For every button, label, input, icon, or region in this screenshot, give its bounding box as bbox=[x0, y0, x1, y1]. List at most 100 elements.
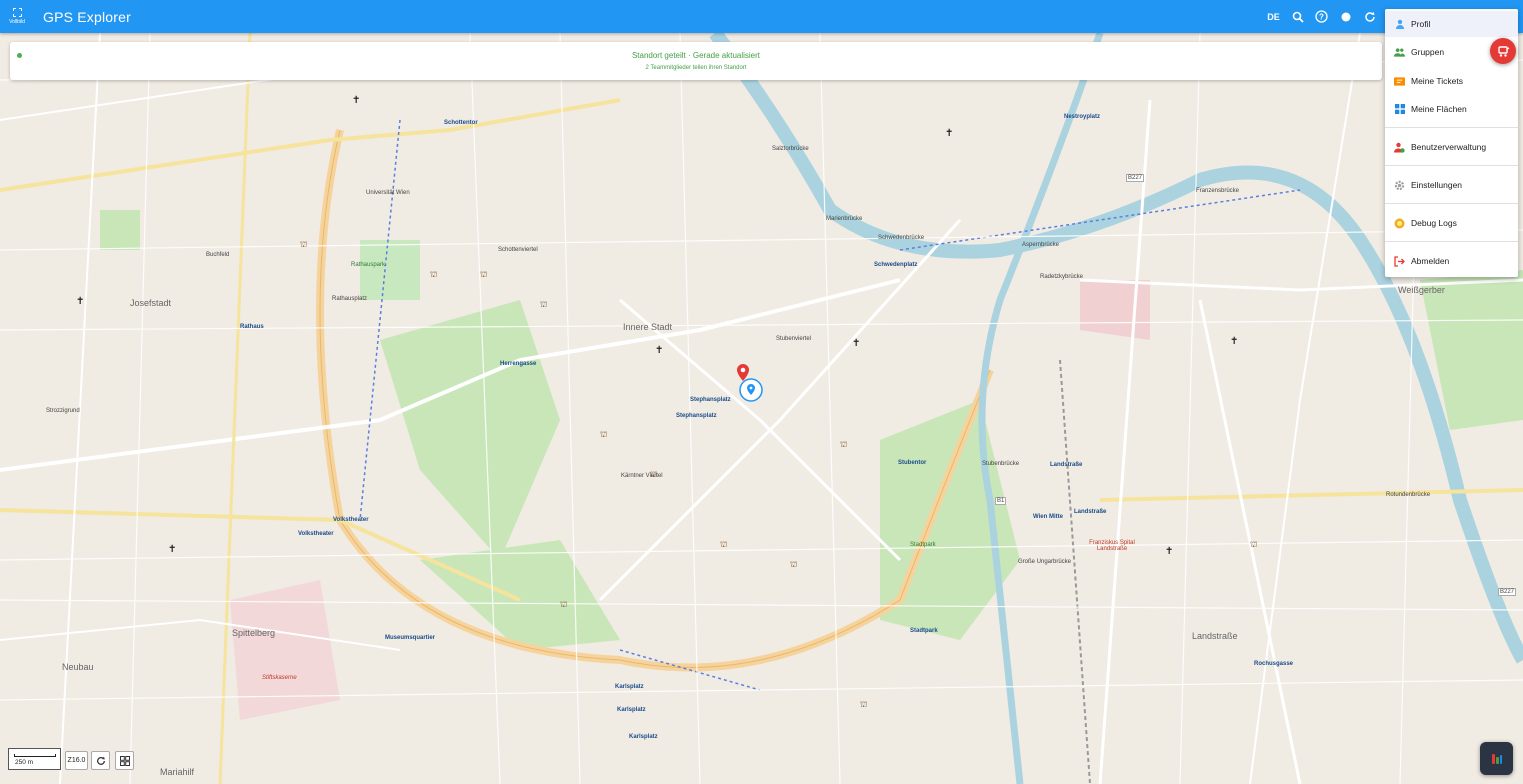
layers-button[interactable] bbox=[115, 751, 134, 770]
map-label-rathauspark: Rathauspark bbox=[351, 262, 386, 268]
search-button[interactable] bbox=[1290, 9, 1305, 24]
zoom-level-display: Z16.0 bbox=[65, 751, 88, 770]
menu-divider bbox=[1385, 127, 1518, 128]
map-label-marienbruecke: Marienbrücke bbox=[826, 216, 863, 222]
circle-icon bbox=[1341, 12, 1350, 21]
railway bbox=[1059, 359, 1091, 784]
map-label-schwedenbruecke: Schwedenbrücke bbox=[878, 235, 925, 241]
menu-item-debug-logs[interactable]: Debug Logs bbox=[1385, 210, 1518, 236]
poi-icon[interactable]: ⛫ bbox=[300, 240, 307, 250]
menu-item-abmelden[interactable]: Abmelden bbox=[1385, 248, 1518, 274]
map-label-karlsplatz-3: Karlsplatz bbox=[629, 734, 658, 740]
language-button[interactable]: DE bbox=[1266, 9, 1281, 24]
menu-item-einstellungen[interactable]: Einstellungen bbox=[1385, 172, 1518, 198]
church-icon[interactable]: ✝ bbox=[655, 345, 663, 356]
map-label-schottenviertel: Schottenviertel bbox=[498, 247, 538, 253]
wien-river bbox=[978, 31, 1104, 784]
poi-icon[interactable]: ⛫ bbox=[560, 600, 567, 610]
reset-view-button[interactable] bbox=[91, 751, 110, 770]
map-label-schwedenplatz: Schwedenplatz bbox=[874, 262, 918, 268]
street-grid bbox=[0, 32, 1523, 784]
menu-item-label: Meine Flächen bbox=[1411, 104, 1467, 114]
cart-icon bbox=[1497, 45, 1509, 57]
map-label-b1: B1 bbox=[995, 497, 1007, 505]
church-icon[interactable]: ✝ bbox=[352, 95, 360, 106]
poi-icon[interactable]: ⛫ bbox=[540, 300, 547, 310]
toolbar-actions: DE ? bbox=[1266, 0, 1377, 33]
church-icon[interactable]: ✝ bbox=[168, 544, 176, 555]
logout-icon bbox=[1394, 255, 1405, 267]
road bbox=[1249, 32, 1361, 784]
map-label-universitaet: Universität Wien bbox=[366, 190, 410, 196]
map-label-karlsplatz-2: Karlsplatz bbox=[617, 707, 646, 713]
menu-item-label: Debug Logs bbox=[1411, 218, 1457, 228]
menu-divider bbox=[1385, 241, 1518, 242]
map-label-museumsquartier: Museumsquartier bbox=[385, 635, 436, 641]
menu-item-meine-tickets[interactable]: Meine Tickets bbox=[1385, 68, 1518, 94]
church-icon[interactable]: ✝ bbox=[945, 128, 953, 139]
user-admin-icon bbox=[1394, 142, 1405, 153]
map-label-aspernbruecke: Aspernbrücke bbox=[1022, 242, 1060, 248]
gear-icon bbox=[1394, 180, 1405, 191]
poi-icon[interactable]: ⛫ bbox=[790, 560, 797, 570]
poi-icon[interactable]: ⛫ bbox=[720, 540, 727, 550]
park-area bbox=[100, 210, 140, 250]
map-label-stadtpark-area: Stadtpark bbox=[910, 542, 936, 548]
map-label-josefstadt: Josefstadt bbox=[130, 298, 172, 308]
map-canvas[interactable]: Innere Stadt Stephansplatz Stephansplatz… bbox=[0, 0, 1523, 784]
map-label-rochusgasse: Rochusgasse bbox=[1254, 661, 1294, 667]
map-label-stiftskaserne: Stiftskaserne bbox=[262, 675, 297, 681]
poi-icon[interactable]: ⛫ bbox=[1250, 540, 1257, 550]
map-label-stephansplatz: Stephansplatz bbox=[690, 397, 731, 403]
map-label-landstrasse-2: Landstraße bbox=[1074, 509, 1107, 515]
map-label-karlsplatz: Karlsplatz bbox=[615, 684, 644, 690]
map-label-stephansplatz-2: Stephansplatz bbox=[676, 413, 717, 419]
map-label-weissgerber: Weißgerber bbox=[1398, 285, 1445, 295]
poi-icon[interactable]: ⛫ bbox=[480, 270, 487, 280]
map-label-volkstheater: Volkstheater bbox=[298, 531, 334, 537]
menu-item-profil[interactable]: Profil bbox=[1385, 11, 1518, 37]
church-icon[interactable]: ✝ bbox=[1165, 546, 1173, 557]
app-launcher-button[interactable] bbox=[1480, 742, 1513, 775]
group-icon bbox=[1394, 47, 1405, 58]
road bbox=[1098, 99, 1152, 784]
refresh-button[interactable] bbox=[1362, 9, 1377, 24]
fullscreen-label: Vollbild bbox=[9, 19, 25, 25]
map-label-landstrasse-district: Landstraße bbox=[1192, 631, 1238, 641]
svg-text:?: ? bbox=[1319, 12, 1324, 21]
fullscreen-button[interactable]: Vollbild bbox=[0, 0, 34, 33]
grid-icon bbox=[1394, 104, 1405, 115]
menu-item-label: Einstellungen bbox=[1411, 180, 1463, 190]
search-icon bbox=[1292, 11, 1304, 23]
map-label-b227-2: B227 bbox=[1498, 588, 1517, 596]
poi-icon[interactable]: ⛫ bbox=[860, 700, 867, 710]
map-label-salztorbruecke: Salztorbrücke bbox=[772, 146, 809, 152]
poi-icon[interactable]: ⛫ bbox=[650, 470, 657, 480]
help-button[interactable]: ? bbox=[1314, 9, 1329, 24]
grid-icon bbox=[119, 755, 130, 766]
menu-item-meine-flaechen[interactable]: Meine Flächen bbox=[1385, 96, 1518, 122]
poi-icon[interactable]: ⛫ bbox=[600, 430, 607, 440]
map-label-franziskus: Franziskus Spital Landstraße bbox=[1089, 540, 1135, 552]
ticket-fab-button[interactable] bbox=[1490, 38, 1516, 64]
map-label-schottentor: Schottentor bbox=[444, 120, 478, 126]
map-label-franzensbruecke: Franzensbrücke bbox=[1196, 188, 1240, 194]
poi-icon[interactable]: ⛫ bbox=[840, 440, 847, 450]
church-icon[interactable]: ✝ bbox=[76, 296, 84, 307]
map-label-rathaus: Rathaus bbox=[240, 324, 264, 330]
menu-item-label: Gruppen bbox=[1411, 47, 1445, 57]
map-label-b227: B227 bbox=[1126, 174, 1145, 182]
poi-icon[interactable]: ⛫ bbox=[430, 270, 437, 280]
map-label-stadtpark: Stadtpark bbox=[910, 628, 938, 634]
military-area bbox=[230, 580, 340, 720]
menu-item-benutzerverwaltung[interactable]: Benutzerverwaltung bbox=[1385, 134, 1518, 160]
church-icon[interactable]: ✝ bbox=[1230, 336, 1238, 347]
map-label-grosse-ungarbruecke: Große Ungarbrücke bbox=[1018, 559, 1072, 565]
map-label-mariahilf: Mariahilf bbox=[160, 767, 195, 777]
map-label-nestroyplatz: Nestroyplatz bbox=[1064, 114, 1101, 120]
map-label-buchfeld: Buchfeld bbox=[206, 252, 230, 258]
app-title: GPS Explorer bbox=[43, 8, 131, 25]
person-icon bbox=[1394, 19, 1405, 30]
church-icon[interactable]: ✝ bbox=[852, 338, 860, 349]
status-toggle-button[interactable] bbox=[1338, 9, 1353, 24]
